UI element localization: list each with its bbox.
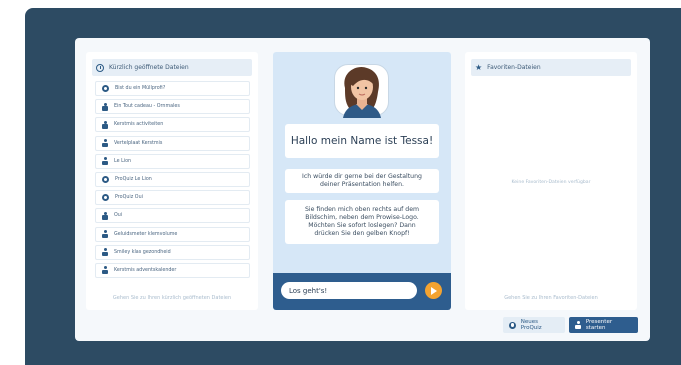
list-item[interactable]: ProQuiz Oui (95, 190, 250, 206)
list-item[interactable]: Vertelplaat Kerstmis (95, 135, 250, 151)
list-item[interactable]: Bist du ein Müllprofi? (95, 81, 250, 96)
presentation-icon (575, 321, 581, 329)
presentation-icon (102, 266, 108, 275)
star-icon: ★ (475, 62, 483, 72)
favorites-empty-text: Keine Favoriten-Dateien verfügbar (511, 180, 591, 185)
start-presenter-button[interactable]: Presenter starten (569, 317, 638, 333)
favorites-title: Favoriten-Dateien (487, 64, 541, 71)
favorites-header: ★ Favoriten-Dateien (471, 59, 631, 76)
recent-files-panel: Kürzlich geöffnete Dateien Bist du ein M… (86, 52, 258, 310)
list-item[interactable]: Ein Tout cadeau - Ornmales (95, 99, 250, 115)
quiz-icon (509, 321, 516, 329)
chat-input[interactable]: Los geht's! (281, 282, 417, 299)
recent-files-header: Kürzlich geöffnete Dateien (92, 59, 252, 76)
list-item[interactable]: Smiley klas gezondheid (95, 244, 250, 260)
chat-message: Ich würde dir gerne bei der Gestaltung d… (285, 169, 439, 193)
send-button[interactable] (425, 282, 442, 299)
presentation-icon (102, 230, 108, 238)
presentation-icon (102, 120, 108, 129)
presentation-icon (102, 248, 108, 257)
list-item[interactable]: Oui (95, 208, 250, 224)
list-item[interactable]: Geluidsmeter klemvolume (95, 226, 250, 242)
recent-files-link[interactable]: Gehen Sie zu Ihren kürzlich geöffneten D… (86, 295, 258, 301)
chat-input-bar: Los geht's! (273, 273, 451, 310)
avatar (331, 62, 393, 120)
assistant-panel: Hallo mein Name ist Tessa! Ich würde dir… (273, 52, 451, 310)
quiz-icon (102, 85, 109, 92)
chat-area: Hallo mein Name ist Tessa! Ich würde dir… (273, 52, 451, 273)
presentation-icon (102, 139, 108, 148)
new-proquiz-button[interactable]: Neues ProQuiz (503, 317, 565, 333)
assistant-avatar-icon (343, 66, 381, 118)
list-item[interactable]: Kerstmis adventskalender (95, 262, 250, 278)
presentation-icon (102, 157, 108, 166)
list-item[interactable]: Le Lion (95, 153, 250, 169)
quiz-icon (102, 175, 109, 183)
list-item[interactable]: Kerstmis activiteiten (95, 117, 250, 133)
list-item[interactable]: ProQuiz Le Lion (95, 171, 250, 187)
presentation-icon (102, 102, 108, 111)
recent-files-list: Bist du ein Müllprofi? Ein Tout cadeau -… (95, 81, 250, 281)
greeting-bubble: Hallo mein Name ist Tessa! (285, 124, 439, 158)
presentation-icon (102, 211, 108, 220)
recent-files-title: Kürzlich geöffnete Dateien (109, 64, 189, 71)
clock-icon (96, 63, 104, 72)
quiz-icon (102, 194, 109, 202)
favorites-link[interactable]: Gehen Sie zu Ihren Favoriten-Dateien (465, 295, 637, 301)
chat-message: Sie finden mich oben rechts auf dem Bild… (285, 200, 439, 244)
favorites-panel: ★ Favoriten-Dateien Keine Favoriten-Date… (465, 52, 637, 310)
